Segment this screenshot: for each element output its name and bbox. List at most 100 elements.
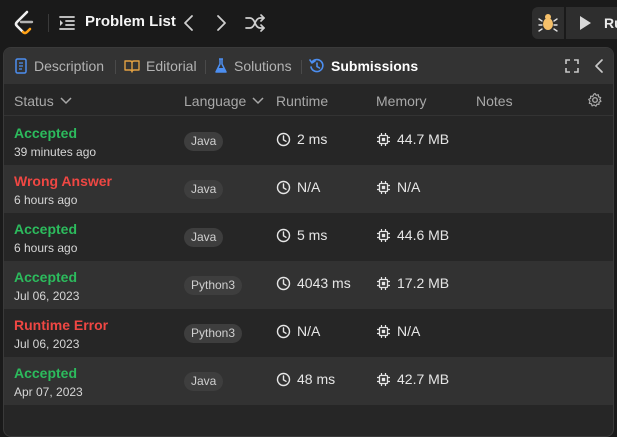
run-button[interactable]: Ru bbox=[566, 7, 617, 39]
memory-chip-icon bbox=[377, 324, 390, 338]
language-badge: Python3 bbox=[184, 276, 243, 295]
language-badge: Java bbox=[184, 372, 224, 391]
language-badge: Python3 bbox=[184, 324, 243, 343]
submission-status[interactable]: Accepted bbox=[14, 221, 77, 237]
clock-icon bbox=[276, 372, 291, 386]
language-badge: Java bbox=[184, 180, 224, 199]
language-badge: Java bbox=[184, 228, 224, 247]
tab-description[interactable]: Description bbox=[14, 58, 104, 74]
chevron-down-icon bbox=[60, 97, 72, 105]
runtime-value: N/A bbox=[297, 323, 321, 339]
submission-row[interactable]: Wrong Answer 6 hours ago Java N/A N/A bbox=[4, 165, 613, 213]
submission-time: Jul 06, 2023 bbox=[14, 289, 80, 303]
memory-value: 44.7 MB bbox=[397, 131, 450, 147]
clock-icon bbox=[276, 276, 291, 290]
submission-status[interactable]: Accepted bbox=[14, 365, 77, 381]
document-icon bbox=[15, 58, 27, 74]
language-badge: Java bbox=[184, 132, 224, 151]
language-column-header[interactable]: Language bbox=[184, 93, 264, 109]
tab-label: Description bbox=[34, 58, 105, 74]
submission-row[interactable]: Accepted Apr 07, 2023 Java 48 ms 42.7 MB bbox=[4, 357, 613, 405]
memory-chip-icon bbox=[377, 132, 390, 146]
leetcode-logo[interactable] bbox=[12, 10, 36, 36]
submission-row[interactable]: Runtime Error Jul 06, 2023 Python3 N/A N/A bbox=[4, 309, 613, 357]
runtime-value: N/A bbox=[297, 179, 321, 195]
submission-row[interactable]: Accepted 6 hours ago Java 5 ms 44.6 MB bbox=[4, 213, 613, 261]
fullscreen-icon[interactable] bbox=[564, 58, 580, 74]
bug-icon bbox=[538, 14, 558, 32]
chevron-down-icon bbox=[252, 97, 264, 105]
notes-column-label: Notes bbox=[476, 93, 513, 109]
tab-submissions[interactable]: Submissions bbox=[309, 58, 418, 74]
runtime-column-label: Runtime bbox=[276, 93, 329, 109]
tab-divider bbox=[205, 60, 206, 74]
debug-button[interactable] bbox=[532, 7, 564, 39]
submission-time: 6 hours ago bbox=[14, 193, 78, 207]
memory-value: 42.7 MB bbox=[397, 371, 450, 387]
chevron-right-icon[interactable] bbox=[212, 13, 230, 33]
memory-cell: 44.7 MB bbox=[376, 131, 449, 147]
runtime-cell: 48 ms bbox=[276, 371, 335, 387]
runtime-cell: N/A bbox=[276, 323, 320, 339]
memory-column-header: Memory bbox=[376, 93, 427, 109]
runtime-value: 5 ms bbox=[297, 227, 328, 243]
clock-icon bbox=[276, 324, 291, 338]
submission-status[interactable]: Wrong Answer bbox=[14, 173, 112, 189]
runtime-column-header: Runtime bbox=[276, 93, 328, 109]
submission-status[interactable]: Accepted bbox=[14, 269, 77, 285]
memory-value: 44.6 MB bbox=[397, 227, 450, 243]
flask-icon bbox=[215, 58, 227, 73]
memory-chip-icon bbox=[377, 228, 390, 242]
submissions-panel: Description Editorial Solutions Submissi… bbox=[3, 47, 614, 437]
runtime-cell: 2 ms bbox=[276, 131, 327, 147]
memory-cell: 44.6 MB bbox=[376, 227, 449, 243]
tab-label: Editorial bbox=[146, 58, 197, 74]
memory-cell: N/A bbox=[376, 179, 420, 195]
chevron-left-icon[interactable] bbox=[180, 13, 198, 33]
shuffle-icon[interactable] bbox=[244, 13, 266, 33]
memory-cell: 42.7 MB bbox=[376, 371, 449, 387]
submission-time: 39 minutes ago bbox=[14, 145, 97, 159]
memory-chip-icon bbox=[377, 276, 390, 290]
tab-solutions[interactable]: Solutions bbox=[214, 58, 292, 74]
gear-icon[interactable] bbox=[587, 92, 603, 108]
runtime-cell: N/A bbox=[276, 179, 320, 195]
memory-cell: N/A bbox=[376, 323, 420, 339]
memory-column-label: Memory bbox=[376, 93, 427, 109]
chevron-left-icon[interactable] bbox=[592, 58, 606, 74]
tab-label: Solutions bbox=[234, 58, 292, 74]
tab-editorial[interactable]: Editorial bbox=[124, 58, 197, 74]
runtime-value: 2 ms bbox=[297, 131, 328, 147]
submission-time: 6 hours ago bbox=[14, 241, 78, 255]
top-nav: Problem List Ru bbox=[0, 0, 617, 46]
tab-bar: Description Editorial Solutions Submissi… bbox=[4, 48, 613, 84]
runtime-value: 4043 ms bbox=[297, 275, 351, 291]
runtime-cell: 5 ms bbox=[276, 227, 327, 243]
list-indent-icon[interactable] bbox=[58, 14, 76, 32]
runtime-value: 48 ms bbox=[297, 371, 336, 387]
submission-status[interactable]: Accepted bbox=[14, 125, 77, 141]
status-column-label: Status bbox=[14, 93, 54, 109]
tab-divider bbox=[301, 60, 302, 74]
history-icon bbox=[309, 58, 324, 73]
play-icon bbox=[580, 16, 591, 30]
submission-row[interactable]: Accepted Jul 06, 2023 Python3 4043 ms 17.2 M… bbox=[4, 261, 613, 309]
memory-chip-icon bbox=[377, 180, 390, 194]
notes-column-header: Notes bbox=[476, 93, 513, 109]
submission-row[interactable]: Accepted 39 minutes ago Java 2 ms 44.7 MB bbox=[4, 117, 613, 165]
memory-cell: 17.2 MB bbox=[376, 275, 449, 291]
nav-divider bbox=[48, 14, 49, 32]
submission-status[interactable]: Runtime Error bbox=[14, 317, 108, 333]
run-label: Ru bbox=[604, 15, 617, 31]
submission-time: Apr 07, 2023 bbox=[14, 385, 83, 399]
memory-chip-icon bbox=[377, 372, 390, 386]
submission-time: Jul 06, 2023 bbox=[14, 337, 80, 351]
tab-label: Submissions bbox=[331, 58, 419, 74]
clock-icon bbox=[276, 180, 291, 194]
book-icon bbox=[124, 60, 140, 73]
problem-list-link[interactable]: Problem List bbox=[85, 13, 176, 30]
clock-icon bbox=[276, 228, 291, 242]
status-column-header[interactable]: Status bbox=[14, 93, 72, 109]
clock-icon bbox=[276, 132, 291, 146]
tab-divider bbox=[115, 60, 116, 74]
